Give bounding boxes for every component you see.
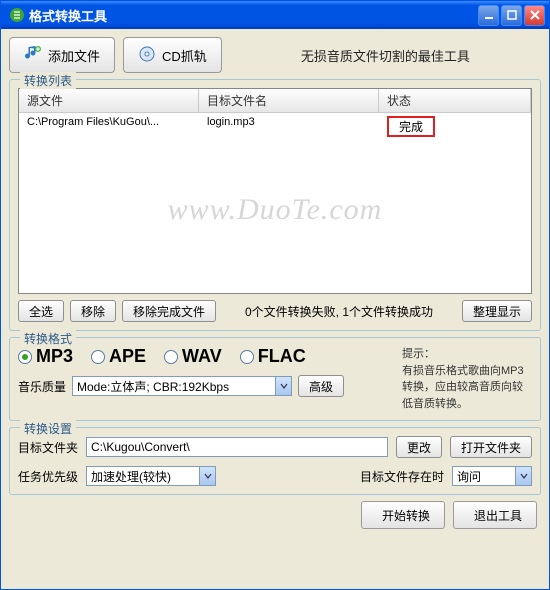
radio-icon: [18, 350, 32, 364]
list-body[interactable]: C:\Program Files\KuGou\... login.mp3 完成 …: [19, 113, 531, 293]
radio-mp3-label: MP3: [36, 346, 73, 367]
remove-done-button[interactable]: 移除完成文件: [122, 300, 216, 322]
table-row[interactable]: C:\Program Files\KuGou\... login.mp3 完成: [19, 113, 531, 140]
status-badge-done: 完成: [387, 116, 435, 137]
priority-label: 任务优先级: [18, 468, 78, 485]
exit-button[interactable]: 退出工具: [453, 501, 537, 529]
chevron-down-icon: [275, 377, 291, 395]
cell-target: login.mp3: [199, 115, 379, 138]
music-note-plus-icon: [24, 45, 42, 66]
select-all-button[interactable]: 全选: [18, 300, 64, 322]
maximize-button[interactable]: [501, 5, 522, 26]
radio-ape-label: APE: [109, 346, 146, 367]
radio-flac[interactable]: FLAC: [240, 346, 306, 367]
settings-group-title: 转换设置: [20, 420, 76, 437]
priority-row: 任务优先级 加速处理(较快) 目标文件存在时 询问: [18, 466, 532, 486]
exists-label: 目标文件存在时: [360, 468, 444, 485]
watermark-text: www.DuoTe.com: [19, 193, 531, 227]
start-label: 开始转换: [382, 507, 430, 524]
settings-group: 转换设置 目标文件夹 C:\Kugou\Convert\ 更改 打开文件夹 任务…: [9, 427, 541, 495]
title-bar[interactable]: 格式转换工具: [1, 1, 549, 29]
list-button-row: 全选 移除 移除完成文件 0个文件转换失败, 1个文件转换成功 整理显示: [18, 300, 532, 322]
file-list: 源文件 目标文件名 状态 C:\Program Files\KuGou\... …: [18, 88, 532, 294]
col-status-header[interactable]: 状态: [379, 89, 531, 112]
priority-value: 加速处理(较快): [91, 468, 171, 485]
radio-icon: [91, 350, 105, 364]
close-button[interactable]: [524, 5, 545, 26]
radio-ape[interactable]: APE: [91, 346, 146, 367]
target-folder-input[interactable]: C:\Kugou\Convert\: [86, 437, 388, 457]
list-header: 源文件 目标文件名 状态: [19, 89, 531, 113]
top-toolbar: 添加文件 CD抓轨 无损音质文件切割的最佳工具: [9, 37, 541, 73]
change-folder-button[interactable]: 更改: [396, 436, 442, 458]
window-control-group: [478, 5, 545, 26]
radio-flac-label: FLAC: [258, 346, 306, 367]
remove-button[interactable]: 移除: [70, 300, 116, 322]
exists-select[interactable]: 询问: [452, 466, 532, 486]
col-source-header[interactable]: 源文件: [19, 89, 199, 112]
quality-row: 音乐质量 Mode:立体声; CBR:192Kbps 高级: [18, 375, 392, 397]
radio-wav[interactable]: WAV: [164, 346, 222, 367]
cell-status: 完成: [379, 115, 531, 138]
client-area: 添加文件 CD抓轨 无损音质文件切割的最佳工具 转换列表 源文件 目标文件名 状…: [1, 29, 549, 589]
target-folder-value: C:\Kugou\Convert\: [91, 440, 190, 454]
chevron-down-icon: [199, 467, 215, 485]
format-group-title: 转换格式: [20, 330, 76, 347]
window-title: 格式转换工具: [29, 6, 478, 25]
start-convert-button[interactable]: 开始转换: [361, 501, 445, 529]
chevron-down-icon: [515, 467, 531, 485]
cd-icon: [138, 45, 156, 66]
quality-select[interactable]: Mode:立体声; CBR:192Kbps: [72, 376, 292, 396]
priority-select[interactable]: 加速处理(较快): [86, 466, 216, 486]
app-icon: [9, 7, 25, 23]
convert-list-title: 转换列表: [20, 72, 76, 89]
target-folder-label: 目标文件夹: [18, 439, 78, 456]
format-group: 转换格式 MP3 APE WAV: [9, 337, 541, 421]
add-file-label: 添加文件: [48, 46, 100, 65]
hint-column: 提示： 有损音乐格式歌曲向MP3转换，应由较高音质向较低音质转换。: [402, 346, 532, 412]
cell-source: C:\Program Files\KuGou\...: [19, 115, 199, 138]
quality-label: 音乐质量: [18, 378, 66, 395]
open-folder-button[interactable]: 打开文件夹: [450, 436, 532, 458]
add-file-button[interactable]: 添加文件: [9, 37, 115, 73]
format-radio-row: MP3 APE WAV FLAC: [18, 346, 392, 367]
hint-title: 提示：: [402, 346, 532, 363]
footer-row: 开始转换 退出工具: [9, 501, 541, 529]
app-window: 格式转换工具 添加文件 CD抓轨 无损音质文件切割的最佳工具: [0, 0, 550, 590]
exit-label: 退出工具: [474, 507, 522, 524]
cd-grab-label: CD抓轨: [162, 46, 207, 65]
quality-value: Mode:立体声; CBR:192Kbps: [77, 378, 229, 395]
radio-icon: [240, 350, 254, 364]
convert-list-group: 转换列表 源文件 目标文件名 状态 C:\Program Files\KuGou…: [9, 79, 541, 331]
tidy-display-button[interactable]: 整理显示: [462, 300, 532, 322]
target-folder-row: 目标文件夹 C:\Kugou\Convert\ 更改 打开文件夹: [18, 436, 532, 458]
minimize-button[interactable]: [478, 5, 499, 26]
exists-value: 询问: [457, 468, 481, 485]
conversion-status-text: 0个文件转换失败, 1个文件转换成功: [222, 303, 456, 320]
radio-mp3[interactable]: MP3: [18, 346, 73, 367]
radio-wav-label: WAV: [182, 346, 222, 367]
hint-body: 有损音乐格式歌曲向MP3转换，应由较高音质向较低音质转换。: [402, 363, 532, 413]
slogan-text: 无损音质文件切割的最佳工具: [230, 46, 541, 65]
advanced-button[interactable]: 高级: [298, 375, 344, 397]
radio-icon: [164, 350, 178, 364]
col-target-header[interactable]: 目标文件名: [199, 89, 379, 112]
cd-grab-button[interactable]: CD抓轨: [123, 37, 222, 73]
